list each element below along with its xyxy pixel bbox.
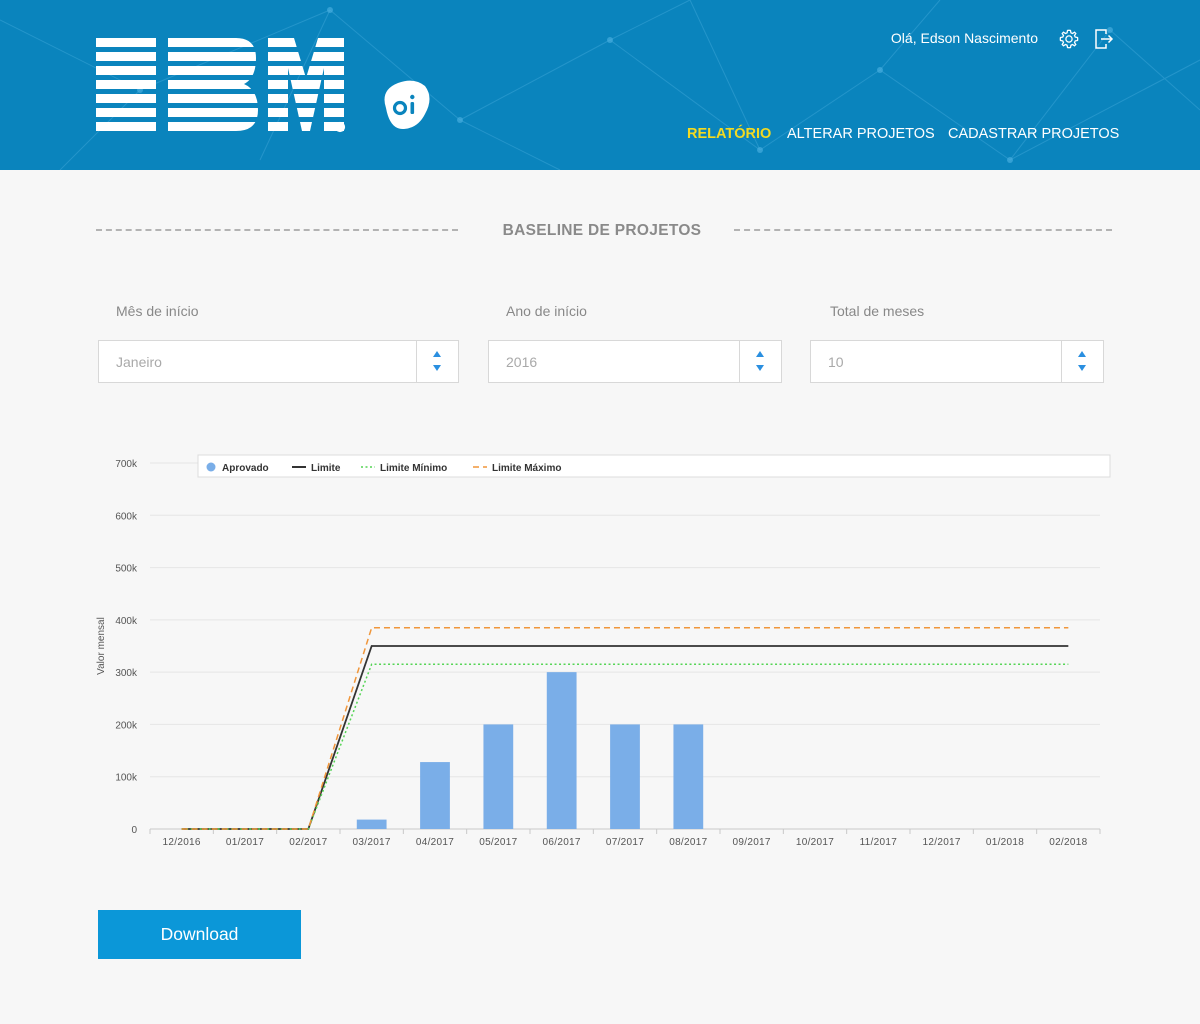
legend-label: Limite Máximo	[492, 463, 561, 474]
bar-aprovado	[483, 724, 514, 829]
total-months-value: 10	[828, 354, 844, 370]
bar-aprovado	[420, 762, 450, 829]
total-months-label: Total de meses	[830, 303, 925, 319]
total-months-stepper[interactable]	[1061, 341, 1103, 382]
start-month-stepper[interactable]	[416, 341, 458, 382]
y-tick-label: 600k	[115, 511, 138, 522]
total-months-select[interactable]: 10	[810, 340, 1104, 383]
bar-aprovado	[356, 819, 387, 829]
y-tick-label: 100k	[115, 773, 138, 784]
nav-cadastrar-projetos[interactable]: CADASTRAR PROJETOS	[948, 126, 1119, 142]
x-tick-label: 03/2017	[353, 837, 391, 848]
legend-label: Limite Mínimo	[380, 463, 447, 474]
start-month-select[interactable]: Janeiro	[98, 340, 459, 383]
x-tick-label: 02/2017	[289, 837, 327, 848]
download-button[interactable]: Download	[98, 910, 301, 959]
y-tick-label: 500k	[115, 564, 138, 575]
arrow-down-icon[interactable]	[1078, 365, 1086, 371]
legend-label: Aprovado	[222, 463, 269, 474]
start-month-value: Janeiro	[116, 354, 162, 370]
start-year-select[interactable]: 2016	[488, 340, 782, 383]
arrow-down-icon[interactable]	[756, 365, 764, 371]
section-title: BASELINE DE PROJETOS	[502, 222, 702, 239]
nav-alterar-projetos[interactable]: ALTERAR PROJETOS	[787, 126, 935, 142]
x-tick-label: 05/2017	[479, 837, 517, 848]
logout-icon[interactable]	[1094, 28, 1114, 50]
x-tick-label: 12/2017	[923, 837, 961, 848]
divider-right	[734, 229, 1112, 231]
y-tick-label: 400k	[115, 616, 138, 627]
x-tick-label: 01/2018	[986, 837, 1024, 848]
ibm-logo	[96, 38, 346, 133]
x-tick-label: 09/2017	[733, 837, 771, 848]
x-tick-label: 12/2016	[163, 837, 201, 848]
y-tick-label: 700k	[115, 459, 138, 470]
divider-left	[96, 229, 458, 231]
x-tick-label: 11/2017	[860, 837, 898, 848]
x-tick-label: 07/2017	[606, 837, 644, 848]
start-year-stepper[interactable]	[739, 341, 781, 382]
start-month-label: Mês de início	[116, 303, 199, 319]
nav-relatorio[interactable]: RELATÓRIO	[687, 126, 771, 142]
legend-label: Limite	[311, 463, 341, 474]
x-tick-label: 10/2017	[796, 837, 834, 848]
x-tick-label: 04/2017	[416, 837, 454, 848]
x-tick-label: 02/2018	[1049, 837, 1087, 848]
bar-aprovado	[546, 672, 577, 829]
legend-marker-bar	[206, 462, 216, 472]
y-tick-label: 300k	[115, 668, 138, 679]
arrow-down-icon[interactable]	[433, 365, 441, 371]
bar-aprovado	[610, 724, 640, 829]
start-year-label: Ano de início	[506, 303, 587, 319]
x-tick-label: 08/2017	[669, 837, 707, 848]
y-tick-label: 0	[131, 825, 137, 836]
arrow-up-icon[interactable]	[1078, 351, 1086, 357]
start-year-value: 2016	[506, 354, 538, 370]
y-axis-label: Valor mensal	[96, 617, 107, 675]
arrow-up-icon[interactable]	[756, 351, 764, 357]
user-greeting: Olá, Edson Nascimento	[890, 30, 1038, 46]
gear-icon[interactable]	[1058, 28, 1080, 50]
x-tick-label: 06/2017	[543, 837, 581, 848]
arrow-up-icon[interactable]	[433, 351, 441, 357]
x-tick-label: 01/2017	[226, 837, 264, 848]
baseline-chart: 0 100k 200k 300k 400k 500k 600k 700k Valor mensa…	[96, 454, 1111, 848]
app-header: Olá, Edson Nascimento RELATÓRIO ALTERAR …	[0, 0, 1200, 170]
y-tick-label: 200k	[115, 720, 138, 731]
oi-logo	[384, 80, 430, 130]
bar-aprovado	[673, 724, 704, 829]
